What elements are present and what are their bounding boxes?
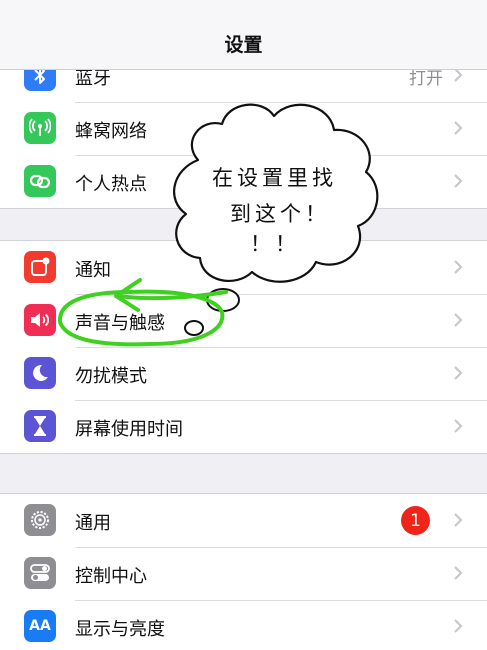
- settings-row-label: 个人热点: [75, 174, 147, 195]
- settings-group-connectivity: 蓝牙 打开 蜂窝网络 个人热点: [0, 48, 487, 209]
- settings-group-general: 通用 1 控制中心 AA 显示与亮度: [0, 493, 487, 650]
- settings-row-screen-time[interactable]: 屏幕使用时间: [0, 400, 487, 453]
- chevron-right-icon: [454, 366, 463, 380]
- settings-row-label: 显示与亮度: [75, 619, 165, 640]
- chevron-right-icon: [454, 566, 463, 580]
- page-title: 设置: [224, 34, 263, 56]
- settings-row-sounds-haptics[interactable]: 声音与触感: [0, 294, 487, 347]
- settings-row-label: 声音与触感: [75, 313, 165, 334]
- chevron-right-icon: [454, 121, 463, 135]
- chevron-right-icon: [454, 513, 463, 527]
- settings-row-personal-hotspot[interactable]: 个人热点: [0, 155, 487, 208]
- gear-icon: [24, 504, 56, 536]
- settings-row-label: 勿扰模式: [75, 366, 147, 387]
- settings-row-label: 控制中心: [75, 566, 147, 587]
- text-size-icon: AA: [24, 610, 56, 642]
- chevron-right-icon: [454, 419, 463, 433]
- toggles-icon: [24, 557, 56, 589]
- notifications-icon: [24, 251, 56, 283]
- chevron-right-icon: [454, 260, 463, 274]
- settings-row-label: 屏幕使用时间: [75, 419, 183, 440]
- settings-row-do-not-disturb[interactable]: 勿扰模式: [0, 347, 487, 400]
- chevron-right-icon: [454, 313, 463, 327]
- navigation-bar: 设置: [0, 0, 487, 70]
- settings-row-display-brightness[interactable]: AA 显示与亮度: [0, 600, 487, 650]
- settings-row-label: 蜂窝网络: [75, 121, 147, 142]
- speaker-icon: [24, 304, 56, 336]
- chevron-right-icon: [454, 174, 463, 188]
- chevron-right-icon: [454, 619, 463, 633]
- settings-group-notifications: 通知 声音与触感 勿扰模式 屏幕使用时间: [0, 240, 487, 454]
- settings-row-cellular[interactable]: 蜂窝网络: [0, 102, 487, 155]
- settings-row-general[interactable]: 通用 1: [0, 494, 487, 547]
- hotspot-link-icon: [24, 165, 56, 197]
- settings-row-notifications[interactable]: 通知: [0, 241, 487, 294]
- hourglass-icon: [24, 410, 56, 442]
- notification-badge: 1: [401, 506, 430, 535]
- moon-icon: [24, 357, 56, 389]
- cellular-antenna-icon: [24, 112, 56, 144]
- settings-row-label: 通用: [75, 513, 111, 534]
- settings-row-control-center[interactable]: 控制中心: [0, 547, 487, 600]
- settings-row-label: 通知: [75, 260, 111, 281]
